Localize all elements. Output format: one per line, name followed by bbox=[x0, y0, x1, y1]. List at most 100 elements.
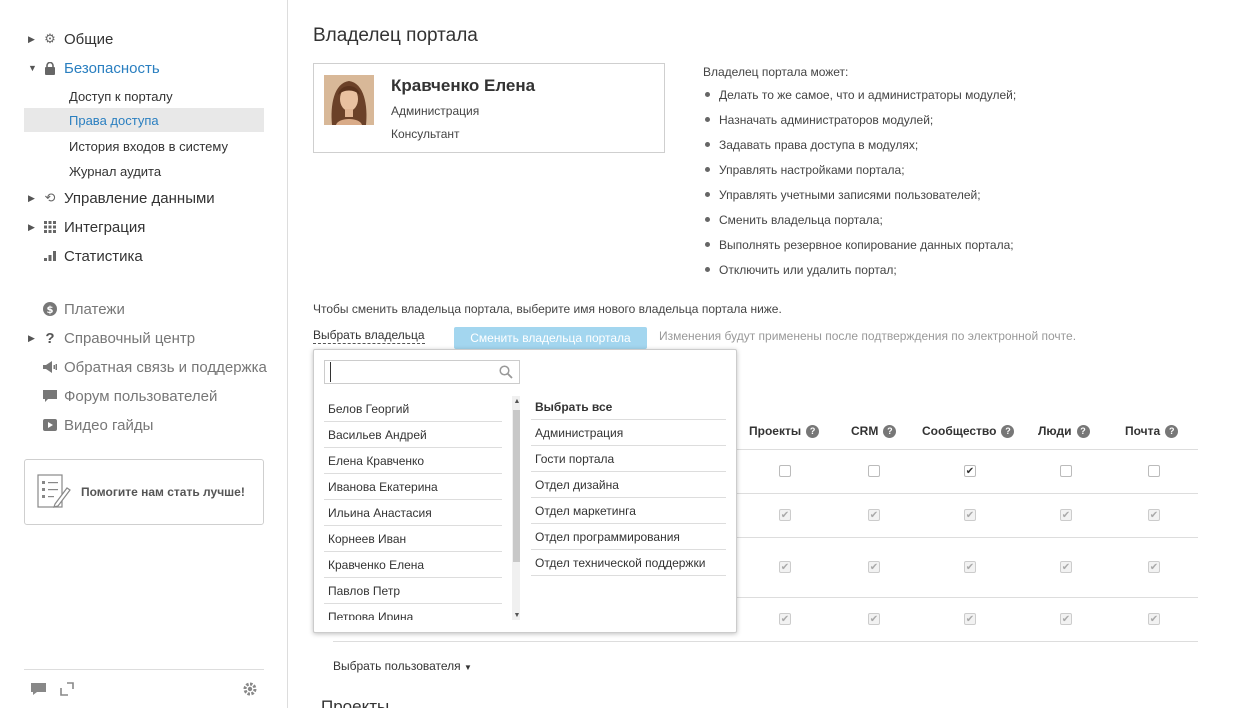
list-item[interactable]: Отдел технической поддержки bbox=[531, 550, 726, 576]
help-icon[interactable]: ? bbox=[1001, 424, 1015, 438]
column-header-crm: CRM? bbox=[851, 424, 897, 438]
owner-abilities-list: Делать то же самое, что и администраторы… bbox=[705, 82, 1016, 282]
column-header-mail: Почта? bbox=[1125, 424, 1179, 438]
list-item[interactable]: Павлов Петр bbox=[324, 578, 502, 604]
checkbox-crm[interactable] bbox=[868, 465, 880, 477]
user-list-scrollbar[interactable]: ▲ ▼ bbox=[512, 396, 520, 620]
chat-icon bbox=[42, 388, 58, 404]
owner-card: Кравченко Елена Администрация Консультан… bbox=[313, 63, 665, 153]
grid-icon bbox=[42, 219, 58, 235]
help-icon[interactable]: ? bbox=[806, 424, 820, 438]
column-header-label: Люди bbox=[1038, 424, 1072, 438]
change-owner-instruction: Чтобы сменить владельца портала, выберит… bbox=[313, 302, 782, 316]
sidebar-item-video-guides[interactable]: Видео гайды bbox=[28, 414, 153, 436]
chevron-right-icon: ▶ bbox=[28, 192, 35, 203]
change-owner-button[interactable]: Сменить владельца портала bbox=[454, 327, 647, 349]
megaphone-icon bbox=[42, 359, 58, 375]
caret-down-icon: ▼ bbox=[464, 663, 472, 672]
sidebar-subitem-login-history[interactable]: История входов в систему bbox=[24, 134, 264, 158]
checkbox-community: ✔ bbox=[964, 613, 976, 625]
choose-owner-link[interactable]: Выбрать владельца bbox=[313, 328, 425, 344]
owner-abilities-title: Владелец портала может: bbox=[703, 65, 849, 79]
checkbox-mail: ✔ bbox=[1148, 509, 1160, 521]
list-item[interactable]: Корнеев Иван bbox=[324, 526, 502, 552]
help-icon[interactable]: ? bbox=[883, 424, 897, 438]
divider bbox=[333, 641, 1198, 642]
list-item[interactable]: Ильина Анастасия bbox=[324, 500, 502, 526]
chevron-down-icon: ▼ bbox=[28, 63, 37, 73]
sidebar-item-data-management[interactable]: ▶ ⟲ Управление данными bbox=[28, 187, 215, 209]
column-header-label: CRM bbox=[851, 424, 879, 438]
help-icon[interactable]: ? bbox=[1076, 424, 1090, 438]
sidebar-footer bbox=[24, 669, 264, 708]
select-all-item[interactable]: Выбрать все bbox=[531, 394, 726, 420]
refresh-icon: ⟲ bbox=[44, 190, 56, 205]
checkbox-mail: ✔ bbox=[1148, 613, 1160, 625]
scroll-up-icon[interactable]: ▲ bbox=[512, 396, 520, 406]
sidebar-item-payments[interactable]: $ Платежи bbox=[28, 298, 125, 320]
list-item[interactable]: Иванова Екатерина bbox=[324, 474, 502, 500]
scroll-thumb[interactable] bbox=[513, 410, 520, 562]
sidebar-item-integration[interactable]: ▶ Интеграция bbox=[28, 216, 145, 238]
list-item: Сменить владельца портала; bbox=[705, 207, 1016, 232]
choose-user-dropdown[interactable]: Выбрать пользователя ▼ bbox=[333, 659, 472, 673]
sidebar-item-forum[interactable]: Форум пользователей bbox=[28, 385, 217, 407]
checkbox-projects: ✔ bbox=[779, 561, 791, 573]
settings-icon[interactable] bbox=[241, 680, 259, 698]
scroll-down-icon[interactable]: ▼ bbox=[512, 610, 520, 620]
column-header-label: Почта bbox=[1125, 424, 1161, 438]
page-title: Владелец портала bbox=[313, 25, 478, 46]
avatar bbox=[324, 75, 374, 125]
checkbox-people[interactable] bbox=[1060, 465, 1072, 477]
list-item[interactable]: Отдел дизайна bbox=[531, 472, 726, 498]
list-item[interactable]: Гости портала bbox=[531, 446, 726, 472]
checkbox-projects[interactable] bbox=[779, 465, 791, 477]
list-item[interactable]: Кравченко Елена bbox=[324, 552, 502, 578]
list-item[interactable]: Администрация bbox=[531, 420, 726, 446]
help-improve-box[interactable]: Помогите нам стать лучше! bbox=[24, 459, 264, 525]
video-icon bbox=[42, 417, 58, 433]
owner-name[interactable]: Кравченко Елена bbox=[391, 76, 535, 96]
help-icon[interactable]: ? bbox=[1165, 424, 1179, 438]
sidebar-item-label: Интеграция bbox=[64, 218, 146, 236]
list-item: Делать то же самое, что и администраторы… bbox=[705, 82, 1016, 107]
sidebar-item-security[interactable]: ▼ Безопасность bbox=[28, 57, 160, 79]
checkbox-community[interactable]: ✔ bbox=[964, 465, 976, 477]
expand-icon[interactable] bbox=[58, 680, 76, 698]
chat-footer-icon[interactable] bbox=[30, 680, 48, 698]
choose-user-label: Выбрать пользователя bbox=[333, 659, 461, 673]
column-header-label: Сообщество bbox=[922, 424, 997, 438]
list-item[interactable]: Белов Георгий bbox=[324, 396, 502, 422]
checkbox-mail: ✔ bbox=[1148, 561, 1160, 573]
sidebar-item-feedback[interactable]: Обратная связь и поддержка bbox=[28, 356, 267, 378]
checkbox-mail[interactable] bbox=[1148, 465, 1160, 477]
chevron-right-icon: ▶ bbox=[28, 221, 35, 232]
sidebar-item-general[interactable]: ▶ ⚙ Общие bbox=[28, 28, 113, 50]
checkbox-crm: ✔ bbox=[868, 561, 880, 573]
sidebar-subitem-audit-log[interactable]: Журнал аудита bbox=[24, 159, 264, 183]
sidebar-item-help-center[interactable]: ▶ ? Справочный центр bbox=[28, 327, 195, 349]
list-item[interactable]: Петрова Ирина bbox=[324, 604, 502, 621]
checkbox-crm: ✔ bbox=[868, 613, 880, 625]
list-item[interactable]: Елена Кравченко bbox=[324, 448, 502, 474]
sidebar-item-label: Статистика bbox=[64, 247, 143, 265]
sidebar-item-label: Платежи bbox=[64, 300, 125, 318]
chevron-right-icon: ▶ bbox=[28, 332, 35, 343]
sidebar-subitem-portal-access[interactable]: Доступ к порталу bbox=[24, 84, 264, 108]
search-field bbox=[324, 360, 520, 384]
search-input[interactable] bbox=[330, 362, 490, 382]
checkbox-projects: ✔ bbox=[779, 613, 791, 625]
sidebar-item-label: Общие bbox=[64, 30, 114, 48]
sidebar-subitem-access-rights[interactable]: Права доступа bbox=[24, 108, 264, 132]
list-item[interactable]: Васильев Андрей bbox=[324, 422, 502, 448]
list-item[interactable]: Отдел маркетинга bbox=[531, 498, 726, 524]
search-icon[interactable] bbox=[499, 365, 513, 379]
checkbox-community: ✔ bbox=[964, 561, 976, 573]
sidebar-item-label: Обратная связь и поддержка bbox=[64, 358, 267, 376]
list-item[interactable]: Отдел программирования bbox=[531, 524, 726, 550]
sidebar-item-label: Безопасность bbox=[64, 59, 160, 77]
sidebar-item-statistics[interactable]: Статистика bbox=[28, 245, 143, 267]
user-list: Белов Георгий Васильев Андрей Елена Крав… bbox=[324, 396, 520, 620]
list-item: Отключить или удалить портал; bbox=[705, 257, 1016, 282]
checkbox-people: ✔ bbox=[1060, 613, 1072, 625]
